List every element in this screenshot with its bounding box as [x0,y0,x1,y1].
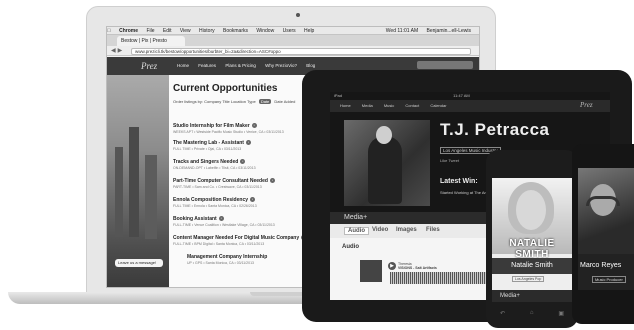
address-bar[interactable]: www.prezicli.tk/bestow/opportunities/bur… [131,48,471,55]
order-option[interactable]: Location [231,99,246,104]
tablet-nav-item[interactable]: Home [340,103,351,108]
latest-heading: Latest Win: [440,178,478,185]
opportunity-title[interactable]: Part-Time Computer Consultant Needed • [173,178,275,184]
count-badge: • [245,140,251,146]
opportunity-title[interactable]: Booking Assistant • [173,216,224,222]
menu-item[interactable]: Bookmarks [223,28,248,34]
order-option[interactable]: Date Added [274,99,295,104]
site-nav: Home Features Plans & Pricing Why Prezio… [177,63,323,68]
home-icon[interactable]: ⌂ [530,310,534,317]
tab-audio[interactable]: Audio [344,227,369,235]
site-nav-item[interactable]: Features [198,63,216,68]
opportunity-meta: FULL-TIME • BPM Digital • Santa Monica, … [173,242,265,246]
site-logo[interactable]: Prez [141,61,157,71]
order-option[interactable]: Title [222,99,229,104]
opportunity-meta: PART-TIME • Sam and Co. • Crestwave, CA … [173,185,262,189]
order-option[interactable]: Company [204,99,221,104]
site-nav-item[interactable]: Home [177,63,189,68]
headphones-icon [586,196,620,206]
tablet-nav: Home Media Music Contact Calendar [330,100,610,112]
track-artwork [360,260,382,282]
opportunity-title[interactable]: Content Manager Needed For Digital Music… [173,235,307,241]
opportunity-meta: WEEKS APT • Westside Pacific Music Studi… [173,130,284,134]
status-time: 11:47 AM [453,93,470,98]
profile-face [516,190,546,230]
site-search-input[interactable] [417,61,473,69]
camera-icon [296,13,300,17]
opportunity-meta: FULL TIME • Ennola • Santa Monica, CA • … [173,204,257,208]
menu-item[interactable]: View [180,28,191,34]
opportunity-meta: FULL TIME • Private • Ojai, CA • 03/11/2… [173,147,242,151]
opportunity-meta: FULL-TIME • Venue Coalition • Westlake V… [173,223,275,227]
tab-video[interactable]: Video [372,227,388,233]
count-badge: • [240,159,246,165]
menu-item[interactable]: File [146,28,154,34]
device-label: iPad [334,93,343,98]
opportunity-title[interactable]: Management Company Internship [187,254,267,260]
android-nav-bar: ↶ ⌂ ▣ [500,310,564,317]
profile-role-badge[interactable]: Music Producer [592,276,626,283]
opportunity-title[interactable]: Studio Internship for Film Maker • [173,123,257,129]
menu-item[interactable]: History [199,28,215,34]
count-badge: • [251,123,257,129]
opportunity-meta: UP • GPS • Santa Monica, CA • 03/11/2013 [187,261,254,265]
back-icon[interactable]: ↶ [500,310,505,317]
order-option-active[interactable]: Date [258,99,272,104]
artist-figure [368,136,402,204]
tablet-nav-item[interactable]: Media [362,103,373,108]
profile-name: Marco Reyes [580,262,622,269]
macos-menubar:  Chrome File Edit View History Bookmark… [107,27,479,35]
menu-item[interactable]: Users [283,28,296,34]
site-nav-item[interactable]: Plans & Pricing [225,63,256,68]
section-label: Audio [342,244,359,250]
page-title: Current Opportunities [173,83,278,94]
tab-files[interactable]: Files [426,227,440,233]
social-buttons[interactable]: Like Tweet [440,158,459,163]
tablet-logo[interactable]: Prez [580,101,593,109]
profile-location-badge[interactable]: Los Angeles Pop [512,276,545,282]
menubar-user[interactable]: Benjamin...ell-Lewis [427,28,471,34]
order-by-label: Order listings by: [173,99,204,104]
browser-tab[interactable]: Bestow | Pix | Presto [117,36,185,46]
menu-item[interactable]: Help [304,28,314,34]
building-shape [129,127,139,237]
message-button[interactable]: Leave us a message! [115,259,163,267]
tab-images[interactable]: Images [396,227,417,233]
audio-waveform[interactable] [390,272,500,284]
tablet-nav-item[interactable]: Music [384,103,394,108]
menu-item[interactable]: Window [256,28,274,34]
tablet-status-bar: iPad 11:47 AM [330,92,610,100]
building-shape [145,155,157,239]
play-icon[interactable]: ▶ [388,262,396,270]
menu-item[interactable]: Edit [163,28,172,34]
count-badge: • [269,178,275,184]
profile-banner: NATALIE SMITH [509,238,555,260]
profile-name: Natalie Smith [492,258,572,274]
artist-head [376,126,392,144]
back-forward-icon[interactable]: ◀▶ [111,47,124,54]
artist-name: T.J. Petracca [440,120,550,139]
tablet-nav-item[interactable]: Calendar [430,103,446,108]
recent-apps-icon[interactable]: ▣ [558,310,564,317]
tablet-nav-item[interactable]: Contact [405,103,419,108]
opportunity-meta: ON-DEMAND-OPT • Labelfin • Tilsit, CA • … [173,166,256,170]
site-nav-item[interactable]: Why PrezioVio? [265,63,297,68]
order-by-row: Order listings by: Company Title Locatio… [173,99,295,104]
site-nav-item[interactable]: Blog [306,63,315,68]
count-badge: • [250,197,256,203]
menu-item[interactable]: Chrome [119,28,138,34]
count-badge: • [218,216,224,222]
building-shape [115,147,123,237]
opportunity-title[interactable]: Tracks and Singers Needed • [173,159,246,165]
order-option[interactable]: Type [247,99,256,104]
menubar-clock: Wed 11:01 AM [385,28,419,34]
media-heading: Media+ [492,290,572,302]
opportunity-title[interactable]: The Mastering Lab - Assistant • [173,140,251,146]
apple-icon[interactable]:  [107,28,111,34]
track-title: Theresia VISIONS - Salt Artifacts [398,262,437,270]
opportunity-title[interactable]: Ennola Composition Residency • [173,197,256,203]
